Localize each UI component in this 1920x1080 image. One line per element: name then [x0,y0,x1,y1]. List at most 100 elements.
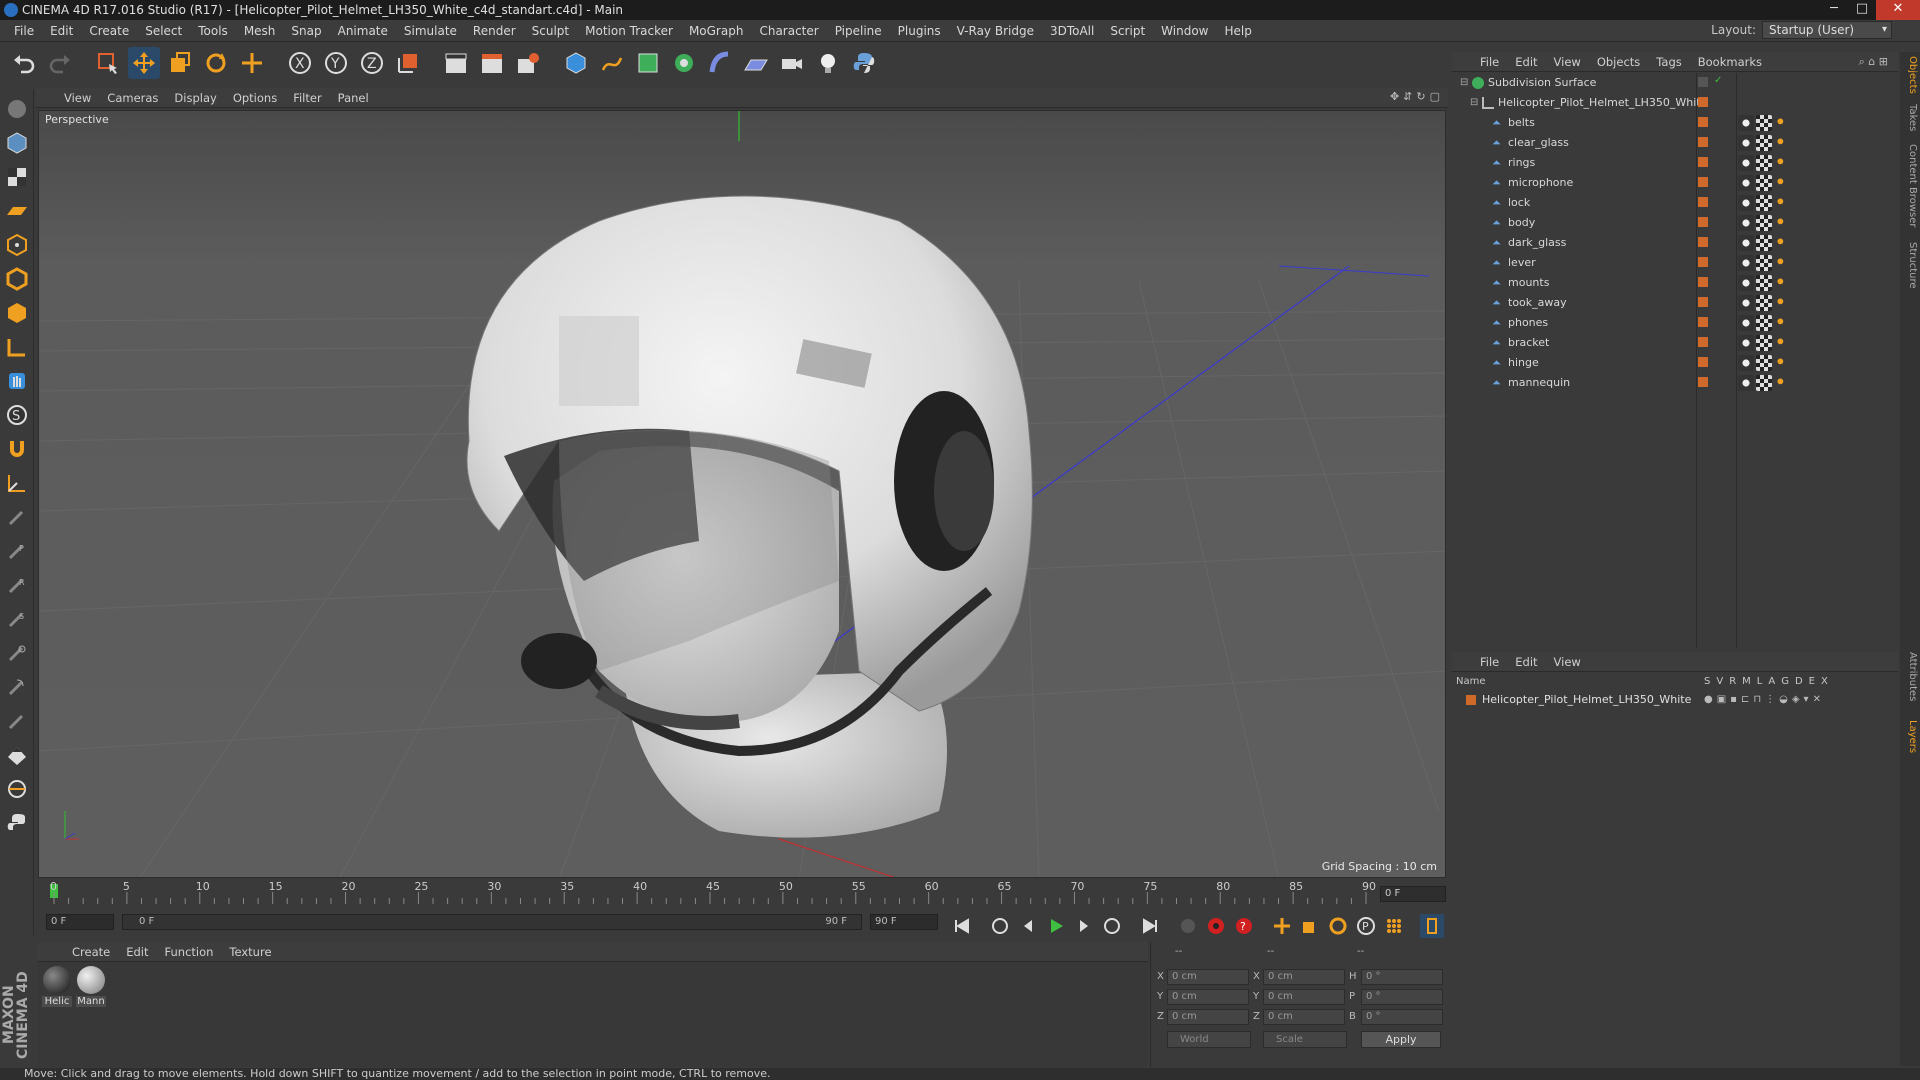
timeline-layout-button[interactable] [1420,914,1444,938]
floor-button[interactable] [740,47,772,79]
rotate-button[interactable] [200,47,232,79]
maximize-button[interactable]: □ [1848,0,1876,20]
key-param-button[interactable]: P [1354,914,1378,938]
transform-button[interactable] [236,47,268,79]
phong-tag-icon[interactable] [1774,135,1790,151]
key-rotation-button[interactable] [1326,914,1350,938]
live-selection-button[interactable] [92,47,124,79]
viewport-menu-cameras[interactable]: Cameras [99,91,166,105]
texture-tag-icon[interactable] [1756,155,1772,171]
material-tag-icon[interactable] [1738,375,1754,391]
layer-color-swatch[interactable] [1466,695,1476,705]
coordinate-mode-dropdown[interactable]: World [1167,1031,1251,1048]
layer-row[interactable]: Helicopter_Pilot_Helmet_LH350_White ●▣▪⊏… [1452,690,1898,710]
texture-tag-icon[interactable] [1756,375,1772,391]
texture-tag-icon[interactable] [1756,115,1772,131]
phong-tag-icon[interactable] [1774,155,1790,171]
layer-menu-file[interactable]: File [1472,655,1507,669]
next-key-button[interactable] [1100,914,1124,938]
texture-tag-icon[interactable] [1756,275,1772,291]
polygons-mode-tool[interactable] [2,298,32,328]
material-tag-icon[interactable] [1738,335,1754,351]
phong-tag-icon[interactable] [1774,315,1790,331]
texture-tag-icon[interactable] [1756,175,1772,191]
material-menu-create[interactable]: Create [64,945,118,959]
texture-tag-icon[interactable] [1756,235,1772,251]
material-menu-function[interactable]: Function [157,945,222,959]
rotate-view-icon[interactable]: ↻ [1416,90,1425,103]
python-button[interactable] [848,47,880,79]
key-position-button[interactable] [1270,914,1294,938]
next-frame-button[interactable] [1072,914,1096,938]
goto-end-button[interactable] [1138,914,1162,938]
points-mode-tool[interactable] [2,230,32,260]
menu-vray-bridge[interactable]: V-Ray Bridge [949,20,1042,42]
position-z-field[interactable]: 0 cm [1167,1009,1249,1025]
sculpt-tool-4[interactable]: S [2,604,32,634]
menu-snap[interactable]: Snap [283,20,329,42]
menu-simulate[interactable]: Simulate [396,20,465,42]
viewport-menu-options[interactable]: Options [225,91,285,105]
phong-tag-icon[interactable] [1774,175,1790,191]
undo-button[interactable] [8,47,40,79]
sculpt-tool-5[interactable] [2,638,32,668]
menu-edit[interactable]: Edit [42,20,81,42]
texture-tag-icon[interactable] [1756,295,1772,311]
object-row-mounts[interactable]: ⏶ mounts [1452,273,1898,293]
object-row-microphone[interactable]: ⏶ microphone [1452,173,1898,193]
autokeying-button[interactable]: ? [1232,914,1256,938]
viewport-menu-display[interactable]: Display [166,91,224,105]
material-thumbnail[interactable]: Mann [76,966,106,1007]
apply-button[interactable]: Apply [1361,1031,1441,1048]
make-editable-tool[interactable] [2,94,32,124]
material-tag-icon[interactable] [1738,235,1754,251]
object-row-lock[interactable]: ⏶ lock [1452,193,1898,213]
cloner-button[interactable] [668,47,700,79]
phong-tag-icon[interactable] [1774,375,1790,391]
size-mode-dropdown[interactable]: Scale [1263,1031,1347,1048]
texture-tag-icon[interactable] [1756,135,1772,151]
end-frame-field[interactable]: 90 F [870,914,938,930]
magnet-tool[interactable] [2,434,32,464]
object-row-rings[interactable]: ⏶ rings [1452,153,1898,173]
material-tag-icon[interactable] [1738,155,1754,171]
texture-tag-icon[interactable] [1756,195,1772,211]
menu-character[interactable]: Character [751,20,826,42]
object-row-mannequin[interactable]: ⏶ mannequin [1452,373,1898,393]
object-row-subdivision[interactable]: ⊟ Subdivision Surface ✓ [1452,73,1898,93]
menu-select[interactable]: Select [137,20,190,42]
menu-3dtoall[interactable]: 3DToAll [1042,20,1102,42]
tab-content-browser[interactable]: Content Browser [1902,144,1918,227]
collapse-icon[interactable]: ⊟ [1460,73,1472,88]
record-keys-button[interactable] [1204,914,1228,938]
texture-tag-icon[interactable] [1756,255,1772,271]
layer-menu-view[interactable]: View [1546,655,1589,669]
sculpt-tool-1[interactable] [2,502,32,532]
camera-button[interactable] [776,47,808,79]
workplane-tool[interactable] [2,196,32,226]
material-menu-texture[interactable]: Texture [221,945,279,959]
menu-plugins[interactable]: Plugins [890,20,949,42]
motion-record-button[interactable] [1176,914,1200,938]
object-row-body[interactable]: ⏶ body [1452,213,1898,233]
zoom-view-icon[interactable]: ⇵ [1403,90,1412,103]
preview-range-slider[interactable]: 0 F 90 F [122,914,862,930]
cube-primitive-button[interactable] [560,47,592,79]
phong-tag-icon[interactable] [1774,115,1790,131]
material-tag-icon[interactable] [1738,315,1754,331]
size-y-field[interactable]: 0 cm [1263,989,1345,1005]
phong-tag-icon[interactable] [1774,255,1790,271]
rotation-p-field[interactable]: 0 ° [1361,989,1443,1005]
subdivision-surface-button[interactable] [632,47,664,79]
x-axis-lock-button[interactable]: X [284,47,316,79]
phong-tag-icon[interactable] [1774,275,1790,291]
phong-tag-icon[interactable] [1774,215,1790,231]
move-button[interactable] [128,47,160,79]
menu-script[interactable]: Script [1102,20,1153,42]
layer-toggle-icons[interactable]: ●▣▪⊏⊓⋮◒◈▾✕ [1704,690,1825,710]
tab-objects[interactable]: Objects [1902,56,1918,94]
phong-tag-icon[interactable] [1774,235,1790,251]
axis-mode-tool[interactable] [2,332,32,362]
texture-tag-icon[interactable] [1756,355,1772,371]
object-menu-objects[interactable]: Objects [1589,55,1648,69]
